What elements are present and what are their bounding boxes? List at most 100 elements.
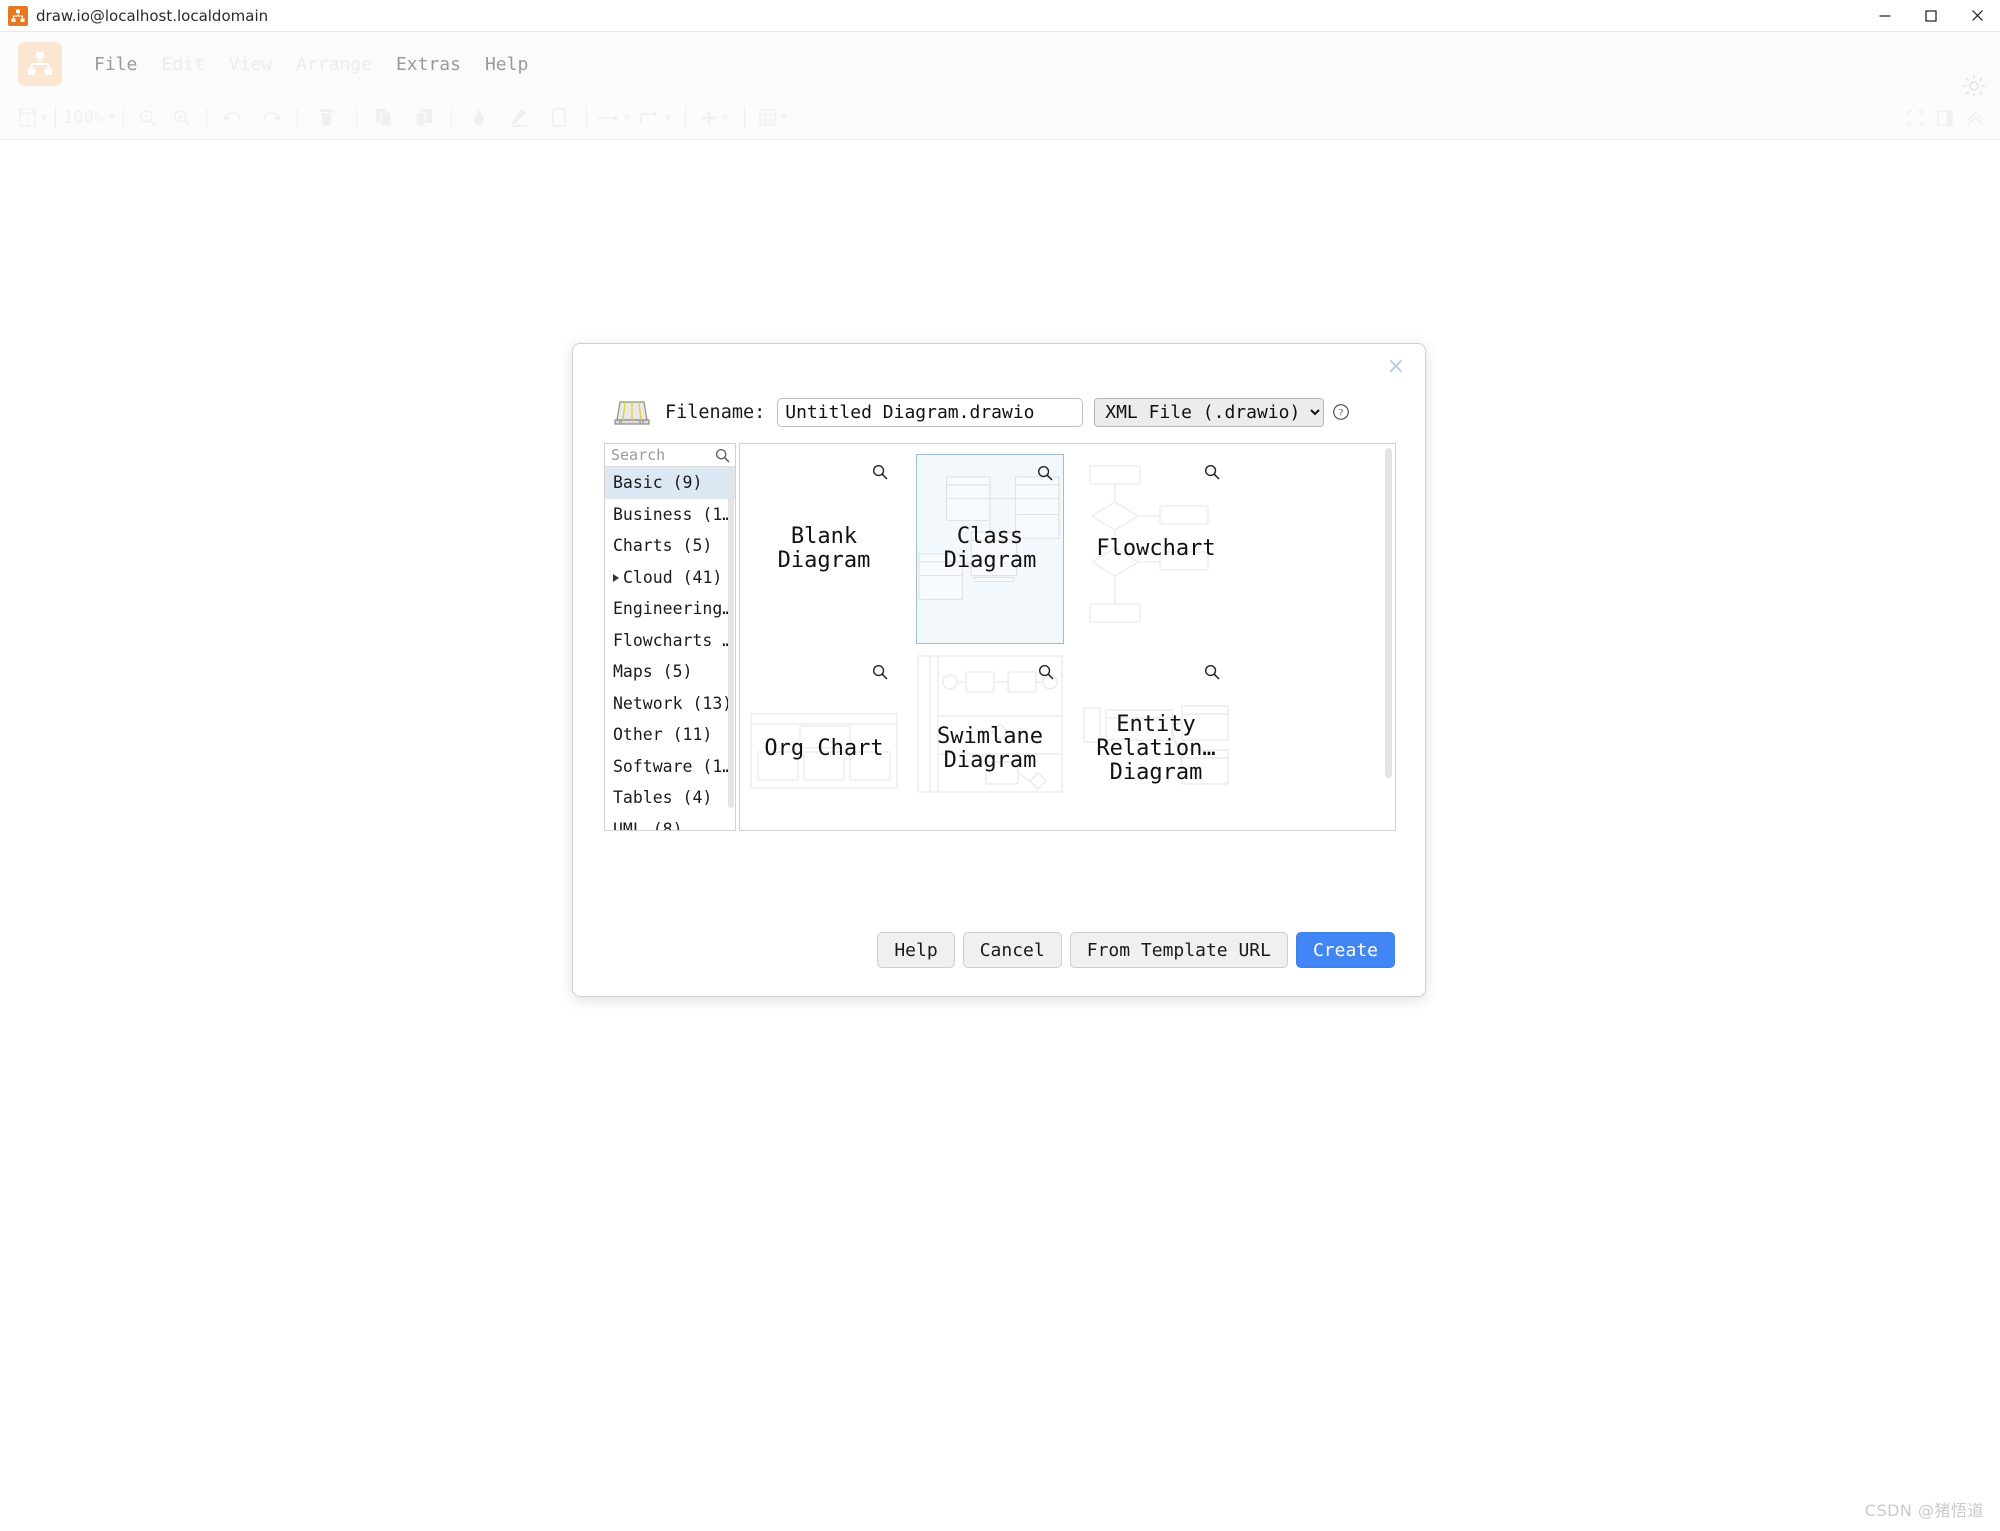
magnify-icon[interactable] (1204, 664, 1220, 685)
category-label: Network (13) (613, 693, 733, 713)
template-label: Flowchart (1096, 536, 1216, 562)
template-label: Swimlane Diagram (937, 724, 1043, 773)
category-item-basic[interactable]: Basic (9) (605, 467, 735, 499)
category-item-uml[interactable]: UML (8) (605, 814, 735, 831)
template-entity-relation-diagram[interactable]: Entity Relation… Diagram (1082, 654, 1230, 830)
filename-label: Filename: (665, 401, 766, 423)
template-label: Blank Diagram (777, 524, 871, 573)
toolbar-separator (450, 106, 452, 129)
category-item-cloud[interactable]: Cloud (41) (605, 562, 735, 594)
template-class-diagram[interactable]: Class Diagram (916, 454, 1064, 644)
delete-icon[interactable] (305, 103, 349, 133)
template-scrollbar[interactable] (1385, 448, 1392, 778)
redo-icon[interactable] (252, 103, 290, 133)
filetype-select[interactable]: XML File (.drawio) (1094, 397, 1325, 427)
format-panel-icon[interactable] (1930, 103, 1960, 133)
category-label: Software (1… (613, 756, 733, 776)
toolbar-separator (585, 106, 587, 129)
fill-color-icon[interactable] (459, 103, 499, 133)
connection-icon[interactable] (594, 103, 634, 133)
category-label: UML (8) (613, 819, 683, 831)
from-template-url-button[interactable]: From Template URL (1069, 932, 1288, 968)
dialog-close-icon[interactable]: × (1379, 352, 1413, 382)
search-icon[interactable] (715, 448, 730, 468)
template-org-chart[interactable]: Org Chart (750, 654, 898, 830)
menu-items: File Edit View Arrange Extras Help (82, 32, 540, 96)
category-label: Cloud (41) (623, 567, 723, 587)
line-color-icon[interactable] (499, 103, 539, 133)
insert-icon[interactable] (693, 103, 737, 133)
category-item-maps[interactable]: Maps (5) (605, 656, 735, 688)
category-item-flowcharts[interactable]: Flowcharts … (605, 625, 735, 657)
template-swimlane-diagram[interactable]: Swimlane Diagram (916, 654, 1064, 830)
category-item-network[interactable]: Network (13) (605, 688, 735, 720)
zoom-out-icon[interactable] (131, 103, 165, 133)
template-label: Class Diagram (943, 524, 1037, 573)
zoom-level-display[interactable]: 100% (63, 103, 116, 133)
collapse-icon[interactable] (1960, 103, 1990, 133)
zoom-in-icon[interactable] (165, 103, 199, 133)
category-scrollbar[interactable] (728, 468, 734, 808)
watermark: CSDN @猪悟道 (1864, 1501, 1984, 1520)
waypoints-icon[interactable] (634, 103, 678, 133)
to-back-icon[interactable] (404, 103, 444, 133)
toolbar-group-zoominout (131, 103, 199, 133)
toolbar-separator (355, 106, 357, 129)
filename-input[interactable] (777, 397, 1084, 427)
to-front-icon[interactable] (364, 103, 404, 133)
template-panel[interactable]: Blank Diagram Class Diagram Flowchart Or… (739, 443, 1396, 831)
magnify-icon[interactable] (872, 464, 888, 485)
new-diagram-dialog: × Filename: XML File (.drawio) ? (572, 343, 1426, 997)
category-label: Engineering… (613, 599, 733, 618)
close-button[interactable] (1954, 0, 2000, 32)
svg-text:?: ? (1339, 409, 1343, 419)
menu-arrange[interactable]: Arrange (284, 50, 384, 79)
fullscreen-icon[interactable] (1900, 103, 1930, 133)
zoom-level-label: 100% (63, 108, 104, 128)
toolbar-group-table (752, 103, 796, 133)
magnify-icon[interactable] (1037, 465, 1053, 486)
dialog-body: Basic (9) Business (1… Charts (5) Cloud … (604, 443, 1396, 831)
create-button[interactable]: Create (1295, 932, 1395, 968)
question-mark-icon[interactable]: ? (1332, 403, 1350, 421)
category-item-other[interactable]: Other (11) (605, 719, 735, 751)
menu-file[interactable]: File (82, 50, 149, 79)
undo-icon[interactable] (214, 103, 252, 133)
template-blank-diagram[interactable]: Blank Diagram (750, 454, 898, 644)
toolbar-right-group (1900, 103, 1990, 133)
toolbar: 100% (0, 96, 2000, 140)
diagram-file-icon (613, 394, 651, 431)
menu-edit[interactable]: Edit (149, 50, 216, 79)
menu-view[interactable]: View (217, 50, 284, 79)
maximize-button[interactable] (1908, 0, 1954, 32)
menu-help[interactable]: Help (473, 50, 540, 79)
category-label: Tables (4) (613, 788, 713, 807)
category-item-tables[interactable]: Tables (4) (605, 782, 735, 814)
minimize-button[interactable] (1862, 0, 1908, 32)
magnify-icon[interactable] (1204, 464, 1220, 485)
toolbar-group-order (364, 103, 444, 133)
category-label: Basic (9) (613, 473, 703, 492)
category-item-business[interactable]: Business (1… (605, 499, 735, 531)
magnify-icon[interactable] (1038, 664, 1054, 685)
category-item-software[interactable]: Software (1… (605, 751, 735, 783)
category-label: Other (11) (613, 725, 713, 744)
toolbar-separator (296, 106, 298, 129)
view-layout-icon[interactable] (18, 103, 48, 133)
app-logo-icon (18, 42, 62, 86)
category-item-charts[interactable]: Charts (5) (605, 530, 735, 562)
category-label: Flowcharts … (613, 630, 733, 650)
template-flowchart[interactable]: Flowchart (1082, 454, 1230, 644)
magnify-icon[interactable] (872, 664, 888, 685)
dialog-footer: Help Cancel From Template URL Create (877, 932, 1395, 968)
category-list[interactable]: Basic (9) Business (1… Charts (5) Cloud … (605, 467, 735, 830)
category-item-engineering[interactable]: Engineering… (605, 593, 735, 625)
cancel-button[interactable]: Cancel (962, 932, 1062, 968)
dialog-header: Filename: XML File (.drawio) ? (573, 384, 1427, 440)
template-label: Org Chart (764, 736, 884, 762)
toolbar-group-history (214, 103, 290, 133)
help-button[interactable]: Help (877, 932, 955, 968)
menu-extras[interactable]: Extras (384, 50, 473, 79)
shadow-icon[interactable] (539, 103, 579, 133)
table-icon[interactable] (752, 103, 796, 133)
